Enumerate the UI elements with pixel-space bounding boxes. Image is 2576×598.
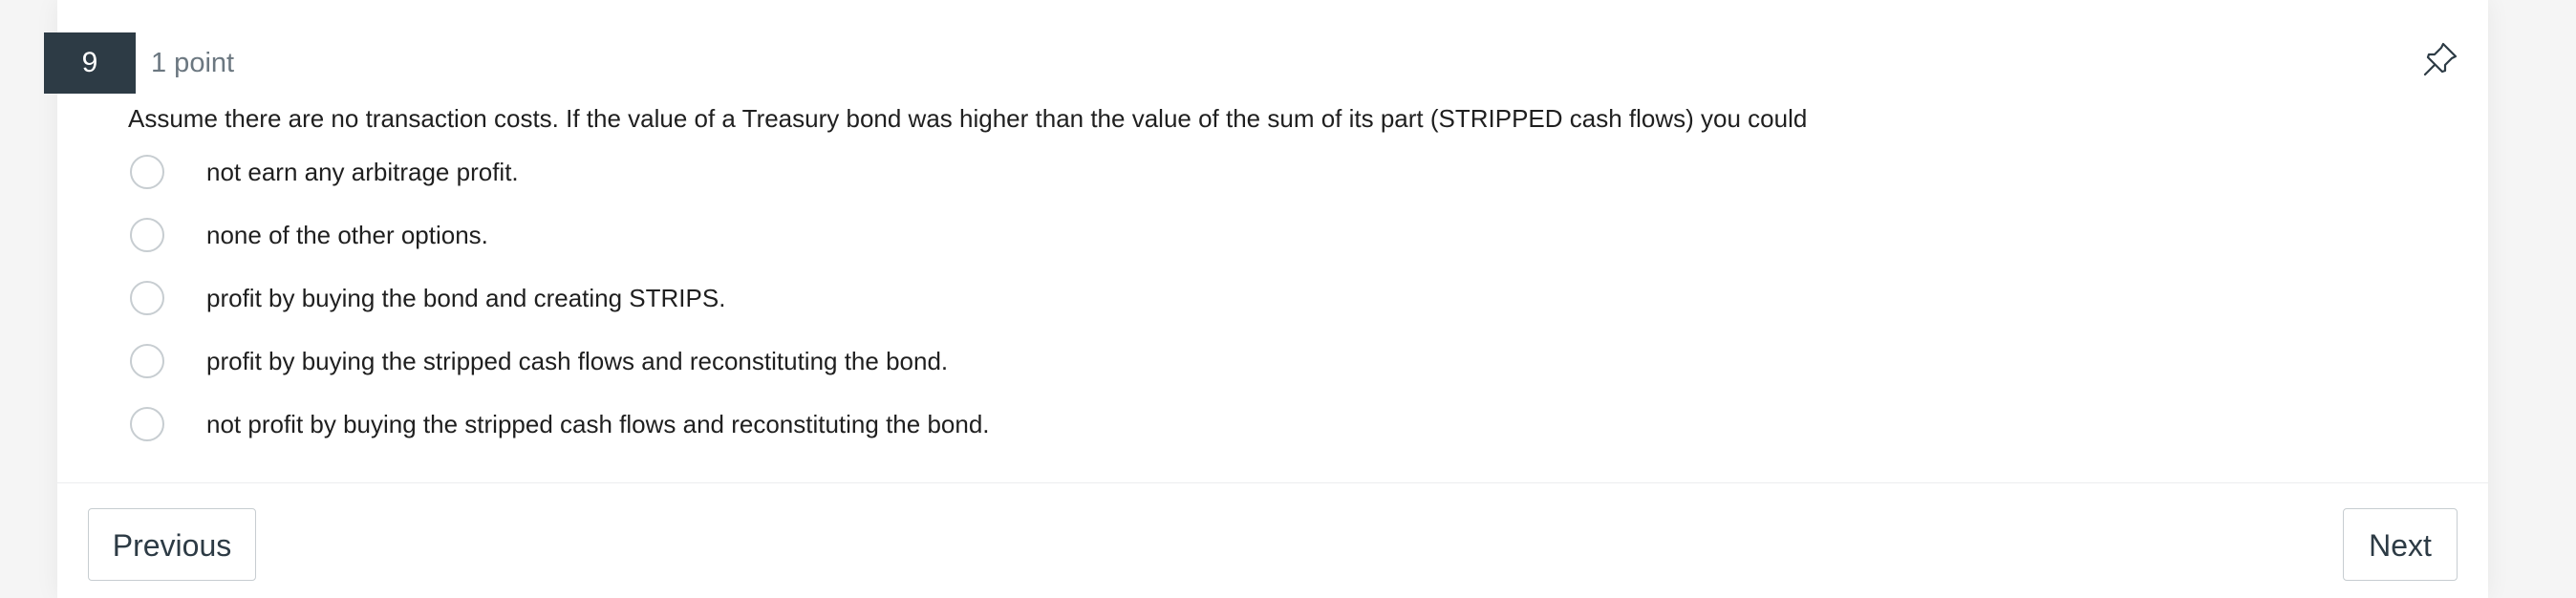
- radio-button[interactable]: [130, 155, 164, 189]
- answer-option-label: not profit by buying the stripped cash f…: [206, 410, 990, 438]
- answer-option-label: none of the other options.: [206, 221, 488, 249]
- pin-icon[interactable]: [2421, 40, 2459, 78]
- answer-option[interactable]: not earn any arbitrage profit.: [128, 153, 1466, 197]
- answer-option-label: profit by buying the bond and creating S…: [206, 284, 726, 312]
- divider: [57, 482, 2488, 483]
- answer-option[interactable]: profit by buying the bond and creating S…: [128, 279, 1466, 323]
- question-text: Assume there are no transaction costs. I…: [128, 104, 1808, 133]
- answer-option[interactable]: none of the other options.: [128, 216, 1466, 260]
- radio-button[interactable]: [130, 218, 164, 252]
- radio-button[interactable]: [130, 344, 164, 378]
- radio-button[interactable]: [130, 281, 164, 315]
- question-number: 9: [44, 32, 136, 94]
- radio-button[interactable]: [130, 407, 164, 441]
- previous-button[interactable]: Previous: [88, 508, 256, 581]
- answer-option-label: profit by buying the stripped cash flows…: [206, 347, 949, 375]
- answer-option-label: not earn any arbitrage profit.: [206, 158, 519, 186]
- next-button[interactable]: Next: [2343, 508, 2458, 581]
- answer-option[interactable]: profit by buying the stripped cash flows…: [128, 342, 1466, 386]
- answer-option[interactable]: not profit by buying the stripped cash f…: [128, 405, 1466, 449]
- question-points: 1 point: [151, 48, 235, 78]
